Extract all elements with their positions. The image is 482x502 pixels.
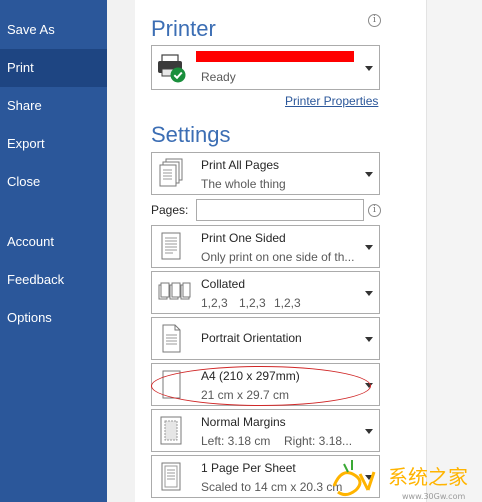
print-what-subtitle: The whole thing bbox=[201, 177, 286, 191]
pages-per-sheet-subtitle: Scaled to 14 cm x 20.3 cm bbox=[201, 480, 343, 494]
collation-sequence: 1,2,3 bbox=[201, 296, 228, 310]
printer-ready-icon bbox=[158, 54, 186, 83]
chevron-down-icon bbox=[365, 428, 373, 434]
pages-icon bbox=[159, 158, 183, 187]
sides-dropdown[interactable]: Print One Sided Only print on one side o… bbox=[151, 225, 380, 268]
chevron-down-icon bbox=[365, 290, 373, 296]
redaction-bar bbox=[196, 51, 354, 62]
info-icon[interactable]: i bbox=[368, 14, 381, 27]
nav-feedback[interactable]: Feedback bbox=[0, 261, 107, 299]
backstage-sidebar: Save As Print Share Export Close Account… bbox=[0, 0, 107, 502]
watermark-domain: www.30Gw.com bbox=[402, 492, 465, 501]
pages-per-sheet-icon bbox=[161, 462, 181, 491]
watermark-text: 系统之家 bbox=[388, 465, 468, 489]
portrait-icon bbox=[162, 324, 181, 353]
paper-size-dropdown[interactable]: A4 (210 x 297mm) 21 cm x 29.7 cm bbox=[151, 363, 380, 406]
sidebar-gutter bbox=[107, 0, 135, 502]
nav-options[interactable]: Options bbox=[0, 299, 107, 337]
printer-properties-link[interactable]: Printer Properties bbox=[285, 94, 378, 108]
nav-save-as[interactable]: Save As bbox=[0, 11, 107, 49]
nav-print[interactable]: Print bbox=[0, 49, 107, 87]
sides-subtitle: Only print on one side of th... bbox=[201, 250, 355, 264]
paper-size-icon bbox=[162, 370, 181, 399]
collated-icon bbox=[158, 282, 191, 300]
printer-heading: Printer bbox=[151, 16, 216, 41]
paper-size-title: A4 (210 x 297mm) bbox=[201, 369, 300, 383]
printer-status: Ready bbox=[201, 70, 236, 84]
nav-share[interactable]: Share bbox=[0, 87, 107, 125]
orientation-dropdown[interactable]: Portrait Orientation bbox=[151, 317, 380, 360]
chevron-down-icon bbox=[365, 382, 373, 388]
margins-right: Right: 3.18... bbox=[284, 434, 353, 448]
settings-heading: Settings bbox=[151, 122, 231, 147]
print-what-dropdown[interactable]: Print All Pages The whole thing bbox=[151, 152, 380, 195]
chevron-down-icon bbox=[365, 65, 373, 71]
nav-account[interactable]: Account bbox=[0, 223, 107, 261]
collation-title: Collated bbox=[201, 277, 246, 291]
chevron-down-icon bbox=[365, 244, 373, 250]
chevron-down-icon bbox=[365, 171, 373, 177]
one-sided-icon bbox=[161, 232, 181, 260]
info-icon[interactable]: i bbox=[368, 204, 381, 217]
print-preview-area bbox=[426, 0, 482, 502]
margins-dropdown[interactable]: Normal Margins Left: 3.18 cm Right: 3.18… bbox=[151, 409, 380, 452]
watermark-logo: 系统之家 www.30Gw.com bbox=[332, 460, 468, 501]
nav-close[interactable]: Close bbox=[0, 163, 107, 201]
paper-size-subtitle: 21 cm x 29.7 cm bbox=[201, 388, 290, 402]
collation-sequence: 1,2,3 bbox=[274, 296, 301, 310]
print-what-title: Print All Pages bbox=[201, 158, 280, 172]
pages-label: Pages: bbox=[151, 203, 189, 217]
collation-dropdown[interactable]: Collated 1,2,3 1,2,3 1,2,3 bbox=[151, 271, 380, 314]
chevron-down-icon bbox=[365, 336, 373, 342]
margins-icon bbox=[160, 416, 182, 445]
collation-sequence: 1,2,3 bbox=[239, 296, 266, 310]
pages-input[interactable] bbox=[196, 199, 364, 221]
nav-export[interactable]: Export bbox=[0, 125, 107, 163]
margins-left: Left: 3.18 cm bbox=[201, 434, 271, 448]
orientation-title: Portrait Orientation bbox=[201, 331, 302, 345]
sides-title: Print One Sided bbox=[201, 231, 286, 245]
margins-title: Normal Margins bbox=[201, 415, 286, 429]
pages-per-sheet-title: 1 Page Per Sheet bbox=[201, 461, 296, 475]
